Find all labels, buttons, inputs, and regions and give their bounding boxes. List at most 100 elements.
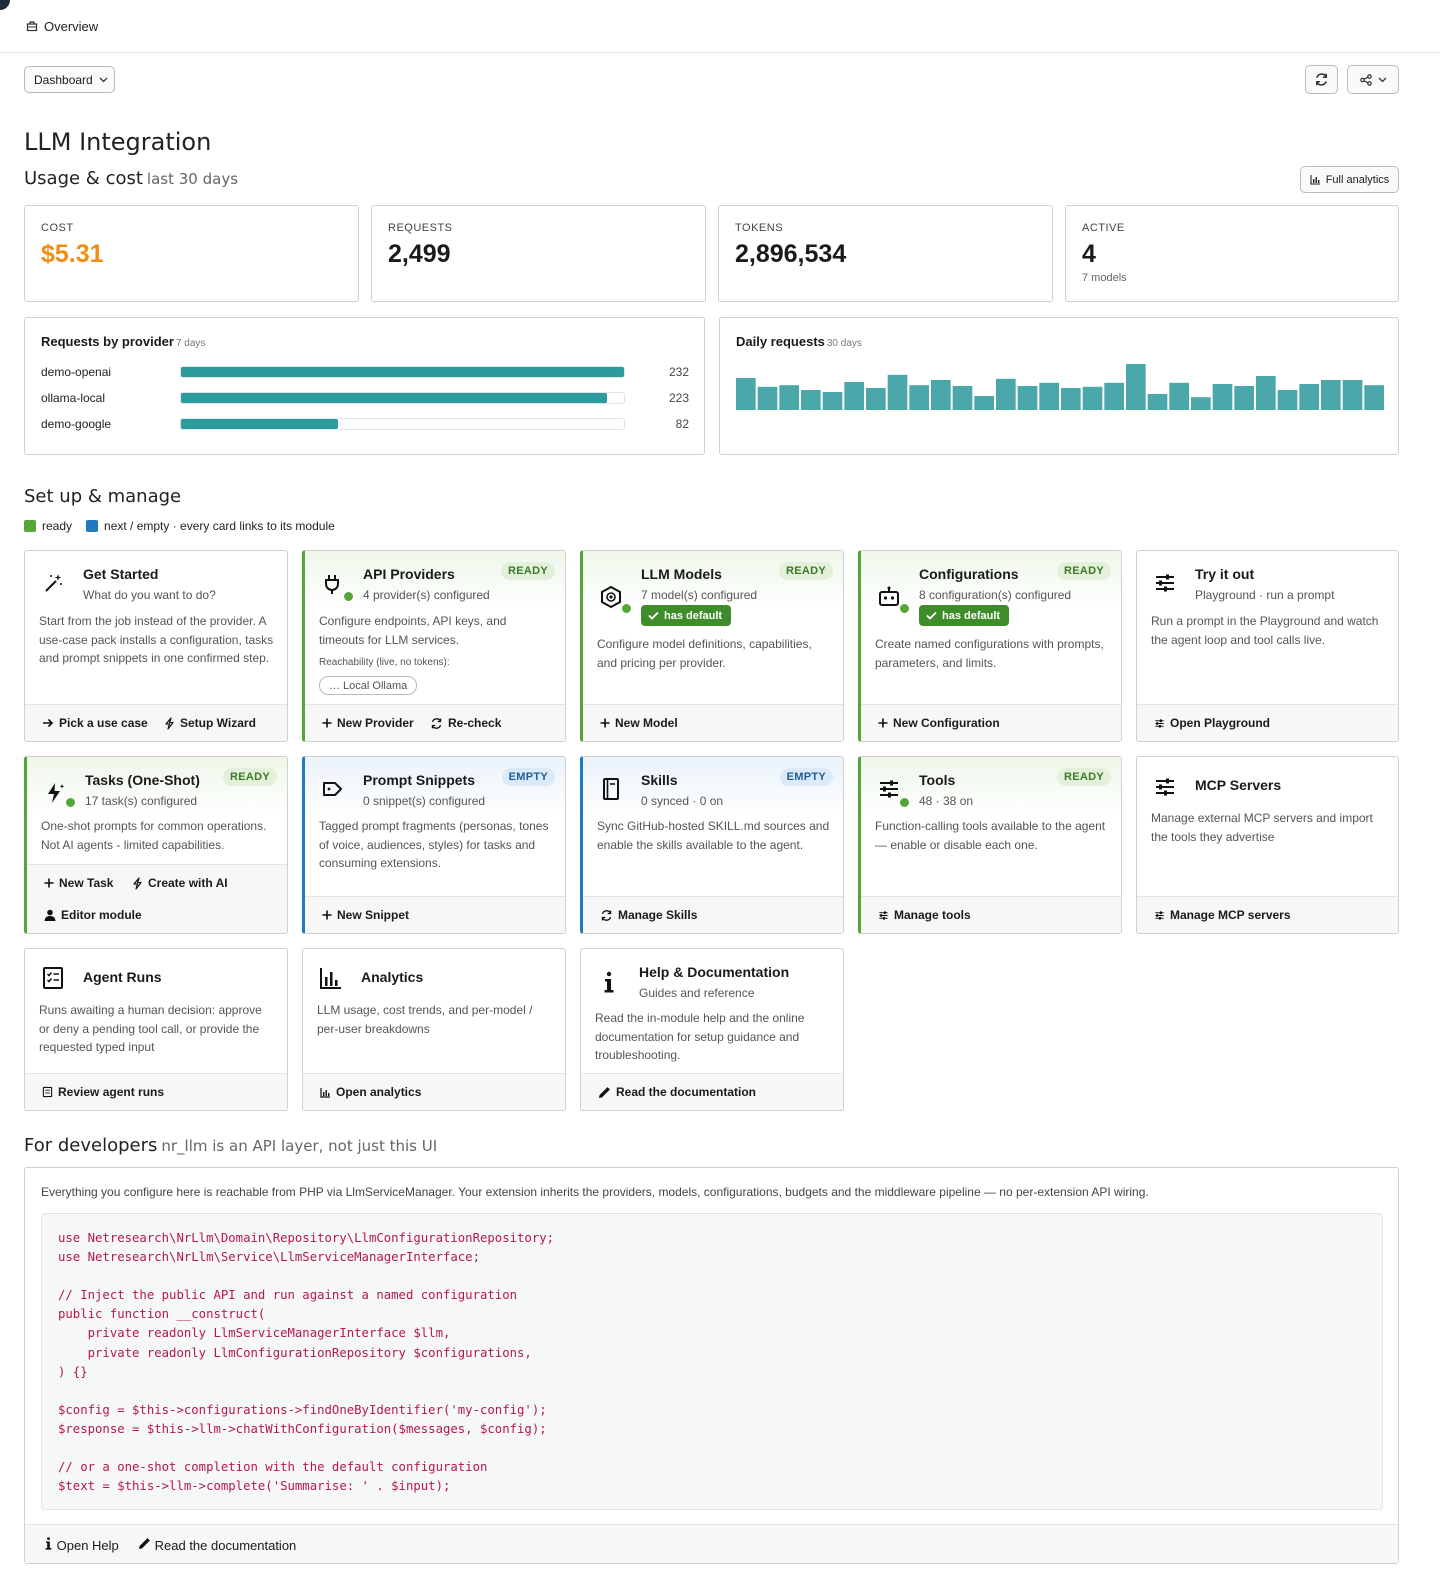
create-with-ai-link[interactable]: Create with AI (132, 876, 228, 890)
card-agent-runs[interactable]: Agent Runs Runs awaiting a human decisio… (24, 948, 288, 1111)
stat-cost-value: $5.31 (41, 240, 104, 268)
daily-bar (1169, 382, 1189, 410)
top-bar: Overview (0, 0, 1440, 53)
card-analytics[interactable]: Analytics LLM usage, cost trends, and pe… (302, 948, 566, 1111)
full-analytics-button[interactable]: Full analytics (1300, 166, 1399, 193)
refresh-icon (431, 717, 442, 729)
provider-row: demo-google 82 (41, 416, 689, 432)
status-badge: EMPTY (779, 768, 833, 786)
card-subtitle: What do you want to do? (83, 588, 216, 602)
recheck-label: Re-check (448, 716, 502, 730)
status-badge: READY (500, 562, 555, 580)
status-check-icon (343, 591, 354, 602)
daily-bar (844, 382, 864, 410)
open-playground-label: Open Playground (1170, 716, 1271, 730)
card-footer: Pick a use case Setup Wizard (25, 704, 287, 741)
card-skills[interactable]: Skills EMPTY 0 synced · 0 on Sync GitHub… (580, 756, 844, 934)
manage-skills-label: Manage Skills (618, 908, 698, 922)
recheck-link[interactable]: Re-check (430, 716, 501, 730)
card-title: LLM Models (641, 566, 722, 582)
card-title: Get Started (83, 566, 159, 582)
daily-requests-panel: Daily requests 30 days (719, 317, 1399, 455)
card-configurations[interactable]: Configurations READY 8 configuration(s) … (858, 550, 1122, 742)
new-model-link[interactable]: New Model (600, 716, 678, 730)
pick-use-case-link[interactable]: Pick a use case (42, 716, 148, 730)
setup-wizard-link[interactable]: Setup Wizard (164, 716, 256, 730)
daily-bar (1147, 394, 1168, 410)
daily-bar (866, 388, 886, 410)
new-provider-link[interactable]: New Provider (322, 716, 414, 730)
stat-cost-label: COST (41, 222, 74, 234)
daily-bar (1277, 390, 1298, 410)
chevron-down-icon (99, 77, 108, 82)
reachability-chip: … Local Ollama (319, 676, 418, 695)
plus-icon (44, 878, 54, 888)
daily-bar (974, 396, 994, 410)
status-badge: EMPTY (501, 768, 555, 786)
stat-tokens-value: 2,896,534 (735, 240, 847, 268)
plus-icon (322, 718, 332, 728)
card-tools[interactable]: Tools READY 48 · 38 on Function-calling … (858, 756, 1122, 934)
daily-bar (1212, 384, 1233, 410)
manage-skills-link[interactable]: Manage Skills (600, 908, 697, 922)
stat-requests-value: 2,499 (388, 240, 451, 268)
card-try-it-out[interactable]: Try it out Playground · run a prompt Run… (1136, 550, 1399, 742)
open-analytics-link[interactable]: Open analytics (320, 1085, 421, 1099)
daily-bar (887, 374, 908, 410)
dashboard-select[interactable]: Dashboard (24, 66, 115, 93)
dashboard-select-value: Dashboard (34, 72, 93, 87)
sliders-icon (1156, 778, 1174, 796)
sliders-icon (1155, 910, 1164, 920)
breadcrumb-overview[interactable]: Overview (44, 19, 98, 34)
review-agent-runs-link[interactable]: Review agent runs (42, 1085, 164, 1099)
provider-bar-fill (181, 367, 624, 377)
card-title: MCP Servers (1195, 777, 1282, 793)
refresh-icon (601, 909, 612, 921)
card-description: Configure model definitions, capabilitie… (597, 637, 812, 670)
sliders-icon (880, 780, 898, 798)
share-button[interactable] (1347, 65, 1399, 94)
status-badge: READY (1056, 562, 1111, 580)
providers-panel-title: Requests by provider 7 days (41, 334, 688, 349)
bar-chart-icon (1310, 175, 1320, 185)
provider-row: demo-openai 232 (41, 364, 689, 380)
card-llm-models[interactable]: LLM Models READY 7 model(s) configured h… (580, 550, 844, 742)
open-playground-link[interactable]: Open Playground (1154, 716, 1270, 730)
read-documentation-link[interactable]: Read the documentation (598, 1085, 756, 1099)
plus-icon (878, 718, 888, 728)
card-title: Tasks (One-Shot) (85, 772, 200, 788)
card-api-providers[interactable]: API Providers READY 4 provider(s) config… (302, 550, 566, 742)
card-mcp-servers[interactable]: MCP Servers Manage external MCP servers … (1136, 756, 1399, 934)
stat-active: ACTIVE 4 7 models (1065, 205, 1399, 302)
manage-tools-link[interactable]: Manage tools (878, 908, 971, 922)
stat-tokens-label: TOKENS (735, 222, 784, 234)
new-configuration-label: New Configuration (893, 716, 1000, 730)
card-footer: New Provider Re-check (305, 704, 565, 741)
daily-bar (1342, 380, 1363, 410)
manage-mcp-servers-link[interactable]: Manage MCP servers (1154, 908, 1291, 922)
new-task-link[interactable]: New Task (44, 876, 113, 890)
daily-bar (1039, 382, 1059, 410)
card-description: Create named configurations with prompts… (875, 637, 1104, 670)
new-snippet-link[interactable]: New Snippet (322, 908, 409, 922)
refresh-button[interactable] (1305, 65, 1338, 94)
card-description: Manage external MCP servers and import t… (1151, 811, 1373, 844)
open-help-link[interactable]: Open Help (44, 1537, 119, 1553)
card-title: Try it out (1195, 566, 1255, 582)
page-title: LLM Integration (24, 128, 212, 156)
card-tasks[interactable]: Tasks (One-Shot) READY 17 task(s) config… (24, 756, 288, 934)
bar-chart-icon (320, 968, 341, 989)
daily-bar (1321, 380, 1341, 410)
sliders-icon (1156, 574, 1174, 592)
stat-requests: REQUESTS 2,499 (371, 205, 706, 302)
editor-module-link[interactable]: Editor module (44, 908, 142, 922)
bolt-icon (165, 716, 174, 730)
card-get-started[interactable]: Get Started What do you want to do? Star… (24, 550, 288, 742)
card-prompt-snippets[interactable]: Prompt Snippets EMPTY 0 snippet(s) confi… (302, 756, 566, 934)
daily-panel-period: 30 days (826, 338, 862, 349)
card-subtitle: 0 snippet(s) configured (363, 794, 486, 808)
card-help-documentation[interactable]: Help & Documentation Guides and referenc… (580, 948, 844, 1111)
card-subtitle: 7 model(s) configured (641, 588, 758, 602)
read-docs-link[interactable]: Read the documentation (138, 1537, 296, 1553)
new-configuration-link[interactable]: New Configuration (878, 716, 1000, 730)
